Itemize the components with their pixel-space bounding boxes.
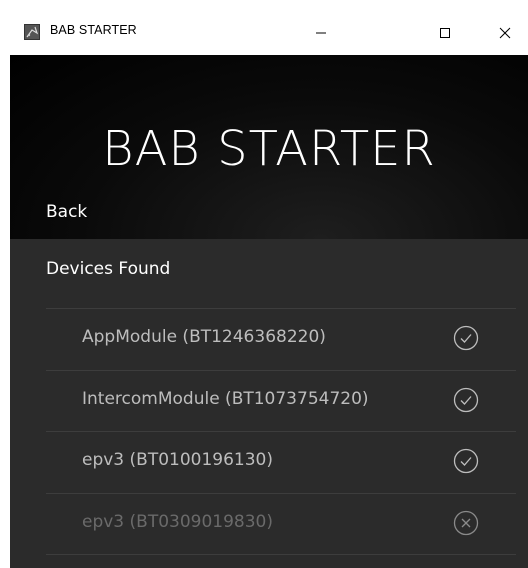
device-label: AppModule (BT1246368220) bbox=[82, 327, 326, 347]
device-label: IntercomModule (BT1073754720) bbox=[82, 389, 369, 409]
device-label: epv3 (BT0100196130) bbox=[82, 450, 274, 470]
device-row-appmodule[interactable]: AppModule (BT1246368220) bbox=[10, 309, 528, 370]
x-circle-icon bbox=[453, 510, 479, 536]
device-row-epv3-2[interactable]: epv3 (BT0309019830) bbox=[10, 494, 528, 555]
devices-found-heading: Devices Found bbox=[46, 259, 171, 279]
device-row-intercommodule[interactable]: IntercomModule (BT1073754720) bbox=[10, 371, 528, 432]
device-row-epv3-1[interactable]: epv3 (BT0100196130) bbox=[10, 432, 528, 493]
app-icon bbox=[24, 24, 40, 40]
minimize-icon bbox=[316, 32, 326, 33]
check-circle-icon bbox=[453, 448, 479, 474]
maximize-button[interactable] bbox=[422, 10, 468, 55]
minimize-button[interactable] bbox=[298, 10, 344, 55]
maximize-icon bbox=[440, 27, 450, 38]
check-circle-icon bbox=[453, 325, 479, 351]
title-bar[interactable]: BAB STARTER bbox=[10, 10, 528, 55]
divider bbox=[46, 554, 516, 555]
check-circle-icon bbox=[453, 387, 479, 413]
page-title: BAB STARTER bbox=[102, 121, 436, 177]
app-window: BAB STARTER BAB STARTER Back Devices Fou… bbox=[10, 10, 528, 568]
close-icon bbox=[499, 27, 511, 38]
close-button[interactable] bbox=[482, 10, 528, 55]
app-header: BAB STARTER Back bbox=[10, 55, 528, 239]
window-title: BAB STARTER bbox=[50, 23, 137, 37]
devices-panel: Devices Found AppModule (BT1246368220) I… bbox=[10, 239, 528, 568]
device-label: epv3 (BT0309019830) bbox=[82, 512, 274, 532]
back-button[interactable]: Back bbox=[46, 202, 87, 222]
